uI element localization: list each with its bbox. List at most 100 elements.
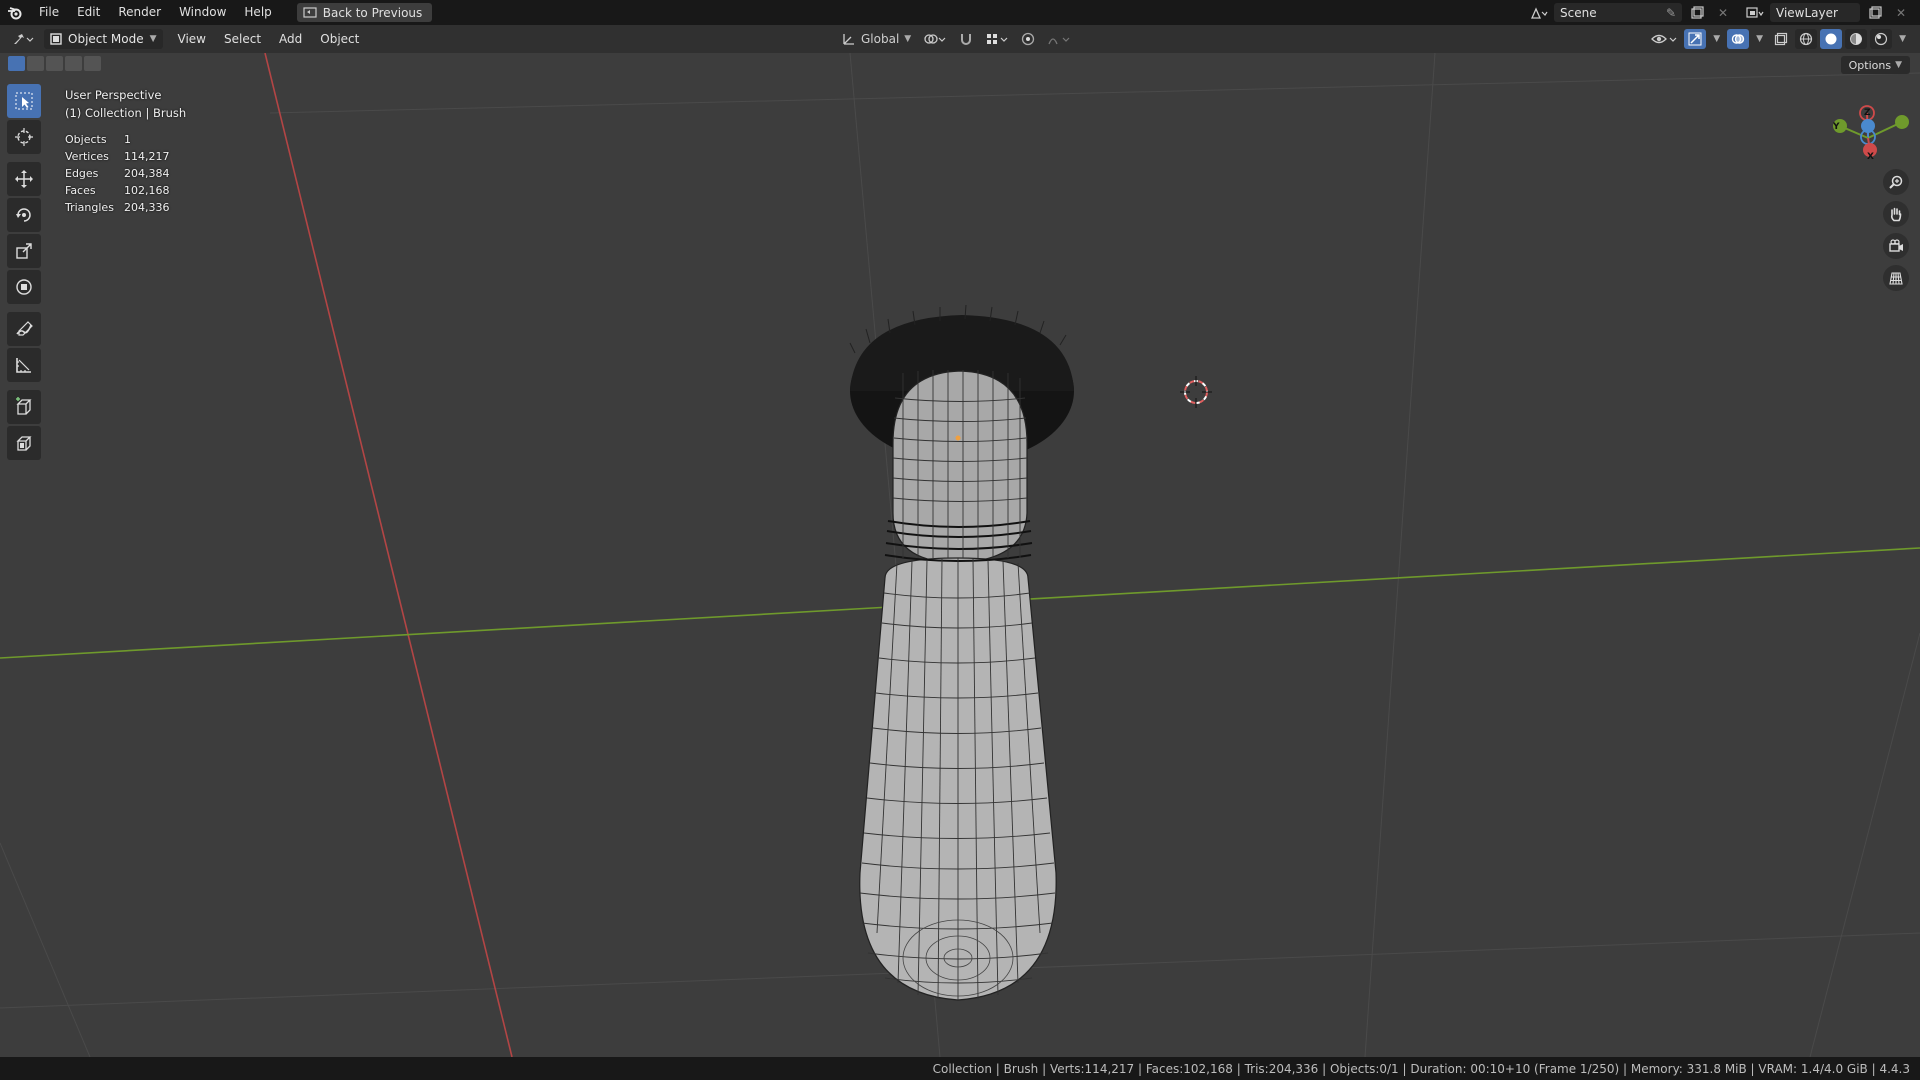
hand-icon bbox=[1890, 207, 1902, 222]
brush-mesh[interactable] bbox=[849, 304, 1074, 1001]
chevron-down-icon: ▼ bbox=[1895, 60, 1902, 70]
select-subtract-button[interactable] bbox=[46, 56, 63, 71]
x-axis-line bbox=[264, 53, 513, 1057]
gizmo-pos-y-dot[interactable] bbox=[1895, 115, 1909, 129]
pin-icon[interactable]: ✎ bbox=[1666, 6, 1676, 20]
snap-target-dropdown[interactable] bbox=[981, 29, 1013, 49]
stat-row: Objects 1 bbox=[65, 131, 170, 148]
scene-field[interactable]: Scene ✎ bbox=[1554, 3, 1682, 22]
stat-row: Faces 102,168 bbox=[65, 182, 170, 199]
delete-scene-icon[interactable]: ✕ bbox=[1712, 3, 1734, 22]
annotate-tool[interactable] bbox=[7, 312, 41, 346]
menu-edit[interactable]: Edit bbox=[68, 0, 109, 25]
options-dropdown[interactable]: Options ▼ bbox=[1840, 56, 1910, 74]
xray-toggle[interactable] bbox=[1770, 29, 1792, 49]
zoom-button[interactable] bbox=[1883, 169, 1909, 195]
measure-tool[interactable] bbox=[7, 348, 41, 382]
blender-logo-icon[interactable] bbox=[0, 0, 30, 25]
select-box-icon bbox=[15, 92, 33, 110]
zoom-icon bbox=[1889, 175, 1903, 189]
cursor-tool[interactable] bbox=[7, 120, 41, 154]
delete-view-layer-icon[interactable]: ✕ bbox=[1890, 3, 1912, 22]
menu-render[interactable]: Render bbox=[109, 0, 170, 25]
transform-tool[interactable] bbox=[7, 270, 41, 304]
viewport-display-controls: ▼ ▼ ▼ bbox=[1647, 29, 1910, 49]
object-mode-icon bbox=[50, 33, 62, 45]
scale-tool[interactable] bbox=[7, 234, 41, 268]
options-label: Options bbox=[1848, 58, 1892, 72]
stat-label: Triangles bbox=[65, 201, 114, 214]
menu-select[interactable]: Select bbox=[215, 32, 270, 46]
xray-icon bbox=[1774, 32, 1788, 46]
menu-view[interactable]: View bbox=[169, 32, 215, 46]
shading-rendered-button[interactable] bbox=[1870, 29, 1893, 49]
select-invert-button[interactable] bbox=[65, 56, 82, 71]
viewport-scene bbox=[0, 53, 1920, 1057]
stat-row: Vertices 114,217 bbox=[65, 148, 170, 165]
gizmo-z-label: Z bbox=[1864, 108, 1871, 118]
menu-object[interactable]: Object bbox=[311, 32, 368, 46]
tool-shelf bbox=[7, 84, 41, 462]
back-to-previous-button[interactable]: Back to Previous bbox=[296, 3, 433, 22]
new-view-layer-icon[interactable] bbox=[1864, 3, 1886, 22]
select-intersect-button[interactable] bbox=[84, 56, 101, 71]
grid-perspective-icon bbox=[1889, 272, 1903, 285]
wireframe-sphere-icon bbox=[1799, 32, 1813, 46]
scene-browse-icon[interactable] bbox=[1528, 3, 1550, 22]
view-layer-browse-icon[interactable] bbox=[1744, 3, 1766, 22]
menu-help[interactable]: Help bbox=[235, 0, 280, 25]
move-icon bbox=[15, 170, 33, 188]
rotate-tool[interactable] bbox=[7, 198, 41, 232]
shading-wireframe-button[interactable] bbox=[1795, 29, 1818, 49]
stat-label: Vertices bbox=[65, 150, 109, 163]
select-extend-button[interactable] bbox=[27, 56, 44, 71]
navigation-controls bbox=[1883, 169, 1909, 291]
overlays-icon bbox=[1731, 34, 1745, 44]
stat-value: 204,336 bbox=[124, 201, 170, 214]
select-box-tool[interactable] bbox=[7, 84, 41, 118]
stat-value: 114,217 bbox=[124, 150, 170, 163]
pivot-point-dropdown[interactable] bbox=[919, 29, 951, 49]
back-to-previous-label: Back to Previous bbox=[322, 5, 423, 20]
extrude-tool[interactable] bbox=[7, 426, 41, 460]
move-tool[interactable] bbox=[7, 162, 41, 196]
view-layer-name: ViewLayer bbox=[1776, 5, 1838, 20]
new-scene-icon[interactable] bbox=[1686, 3, 1708, 22]
camera-view-button[interactable] bbox=[1883, 233, 1909, 259]
stat-row: Edges 204,384 bbox=[65, 165, 170, 182]
perspective-label: User Perspective bbox=[65, 88, 162, 102]
view-layer-field[interactable]: ViewLayer bbox=[1770, 3, 1860, 22]
snap-toggle[interactable] bbox=[955, 29, 977, 49]
pan-button[interactable] bbox=[1883, 201, 1909, 227]
gizmo-dropdown[interactable]: ▼ bbox=[1709, 29, 1724, 49]
menu-file[interactable]: File bbox=[30, 0, 68, 25]
shading-dropdown[interactable]: ▼ bbox=[1895, 29, 1910, 49]
gizmo-toggle[interactable] bbox=[1684, 29, 1707, 49]
rotate-icon bbox=[16, 208, 31, 222]
object-mode-dropdown[interactable]: Object Mode ▼ bbox=[44, 29, 163, 49]
selectability-visibility-dropdown[interactable] bbox=[1647, 29, 1681, 49]
stat-label: Faces bbox=[65, 184, 96, 197]
overlays-toggle[interactable] bbox=[1727, 29, 1750, 49]
proportional-falloff-dropdown[interactable] bbox=[1043, 29, 1075, 49]
proportional-editing-toggle[interactable] bbox=[1017, 29, 1039, 49]
editor-type-icon[interactable] bbox=[8, 29, 38, 49]
material-sphere-icon bbox=[1850, 33, 1863, 45]
add-cube-tool[interactable] bbox=[7, 390, 41, 424]
status-bar-text: Collection | Brush | Verts:114,217 | Fac… bbox=[932, 1061, 1910, 1076]
transform-orientation-dropdown[interactable]: Global ▼ bbox=[838, 29, 915, 49]
toggle-perspective-button[interactable] bbox=[1883, 265, 1909, 291]
shading-solid-button[interactable] bbox=[1820, 29, 1843, 49]
top-right-controls: Scene ✎ ✕ ViewLayer ✕ bbox=[1528, 0, 1920, 25]
selection-mode-buttons bbox=[8, 56, 101, 71]
cursor-icon bbox=[15, 128, 33, 146]
3d-viewport[interactable]: Options ▼ bbox=[0, 53, 1920, 1057]
3d-cursor bbox=[1180, 376, 1212, 408]
navigation-gizmo[interactable] bbox=[1833, 105, 1909, 157]
menu-window[interactable]: Window bbox=[170, 0, 235, 25]
shading-material-button[interactable] bbox=[1845, 29, 1868, 49]
select-new-button[interactable] bbox=[8, 56, 25, 71]
menu-add[interactable]: Add bbox=[270, 32, 311, 46]
stat-label: Objects bbox=[65, 133, 107, 146]
overlays-dropdown[interactable]: ▼ bbox=[1752, 29, 1767, 49]
